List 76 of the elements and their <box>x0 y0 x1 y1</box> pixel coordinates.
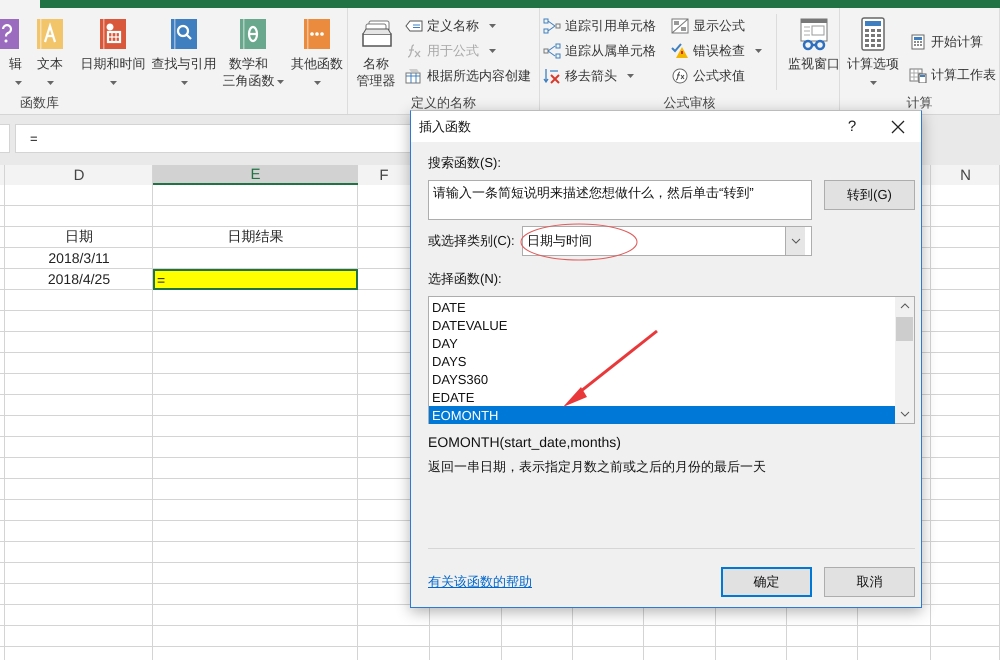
scroll-thumb[interactable] <box>896 317 913 341</box>
column-header[interactable]: D <box>5 165 153 185</box>
function-list-item[interactable]: EOMONTH <box>429 406 895 424</box>
search-book-icon <box>168 18 200 50</box>
ribbon-button[interactable]: 查找与引用 <box>148 8 220 90</box>
ribbon-button[interactable]: 开始计算 <box>906 29 986 54</box>
warning-check-icon <box>671 42 689 58</box>
group-label: 定义的名称 <box>411 94 476 112</box>
category-select[interactable]: 日期与时间 <box>522 226 812 256</box>
dialog-button[interactable]: 取消 <box>824 567 915 597</box>
text-book-icon <box>34 18 66 50</box>
go-button[interactable]: 转到(G) <box>824 180 915 210</box>
group-label: 函数库 <box>20 94 59 112</box>
sheet-calculator-icon <box>909 66 927 82</box>
ribbon-button[interactable]: 错误检查 <box>668 38 765 63</box>
close-icon <box>891 120 905 134</box>
function-description: 返回一串日期，表示指定月数之前或之后的月份的最后一天 <box>428 458 766 476</box>
dialog-button[interactable]: 确定 <box>721 567 812 597</box>
column-header[interactable]: F <box>358 165 410 185</box>
dialog-title: 插入函数 <box>419 118 472 136</box>
column-header[interactable]: N <box>931 165 1000 185</box>
formula-input[interactable]: = <box>15 124 410 153</box>
scrollbar[interactable] <box>895 297 914 423</box>
ribbon-button[interactable]: 名称 管理器 <box>352 8 402 89</box>
trace-arrows-icon <box>543 42 561 58</box>
field-label: 搜索函数(S): <box>428 154 501 172</box>
math-book-icon <box>237 18 269 50</box>
ribbon-button[interactable]: 显示公式 <box>668 13 748 38</box>
function-list-item[interactable]: DAYS360 <box>429 370 895 388</box>
ribbon-button[interactable]: 公式求值 <box>668 63 748 88</box>
calculator-icon <box>860 17 886 51</box>
formula-sheet-icon <box>671 18 689 34</box>
calendar-book-icon <box>97 18 129 50</box>
function-signature: EOMONTH(start_date,months) <box>428 434 621 450</box>
group-label: 公式审核 <box>664 94 716 112</box>
help-link[interactable]: 有关该函数的帮助 <box>428 573 532 591</box>
ribbon-button[interactable]: 追踪从属单元格 <box>540 38 659 63</box>
ribbon-button[interactable]: 定义名称 <box>402 13 499 38</box>
sheet-cell[interactable]: 2018/3/11 <box>5 248 153 268</box>
dots-book-icon <box>301 18 333 50</box>
chevron-up-icon <box>900 303 910 309</box>
function-list-item[interactable]: DAY <box>429 334 895 352</box>
function-list-item[interactable]: DATEVALUE <box>429 316 895 334</box>
function-list-item[interactable]: EDATE <box>429 388 895 406</box>
ribbon-button[interactable]: 根据所选内容创建 <box>402 63 534 88</box>
function-icon <box>405 42 423 58</box>
chevron-down-icon <box>790 238 800 244</box>
ribbon-button[interactable]: 文本 <box>22 8 78 90</box>
ribbon-button[interactable]: 日期和时间 <box>78 8 148 90</box>
function-list-item[interactable]: DAYS <box>429 352 895 370</box>
ribbon-button[interactable]: 数学和 三角函数 <box>220 8 286 89</box>
column-header[interactable]: E <box>153 165 358 185</box>
field-label: 选择函数(N): <box>428 270 502 288</box>
ribbon-button[interactable]: 计算工作表 <box>906 62 999 87</box>
ribbon-button[interactable]: 辑 <box>0 8 22 90</box>
card-file-icon <box>360 18 394 50</box>
help-button[interactable]: ? <box>829 111 875 142</box>
ribbon-button[interactable]: 追踪引用单元格 <box>540 13 659 38</box>
ribbon-button[interactable]: 移去箭头 <box>540 63 637 88</box>
group-label: 计算 <box>906 94 932 112</box>
sheet-cell[interactable]: = <box>153 269 358 290</box>
function-circle-icon <box>671 68 689 84</box>
search-field[interactable]: 请输入一条简短说明来描述您想做什么，然后单击“转到” <box>428 180 812 220</box>
field-label: 或选择类别(C): <box>428 232 516 250</box>
chevron-down-icon <box>900 411 910 417</box>
table-icon <box>405 68 423 84</box>
ribbon-button[interactable]: 其他函数 <box>286 8 348 90</box>
function-list-item[interactable]: DATE <box>429 298 895 316</box>
name-box[interactable] <box>0 124 10 153</box>
tag-icon <box>405 18 423 34</box>
sheet-cell[interactable]: 日期结果 <box>153 227 358 247</box>
trace-arrows-icon <box>543 18 561 34</box>
calculator-icon <box>909 34 927 50</box>
sheet-cell[interactable]: 日期 <box>5 227 153 247</box>
sheet-cell[interactable]: 2018/4/25 <box>5 269 153 289</box>
arrow-cross-icon <box>543 68 561 84</box>
